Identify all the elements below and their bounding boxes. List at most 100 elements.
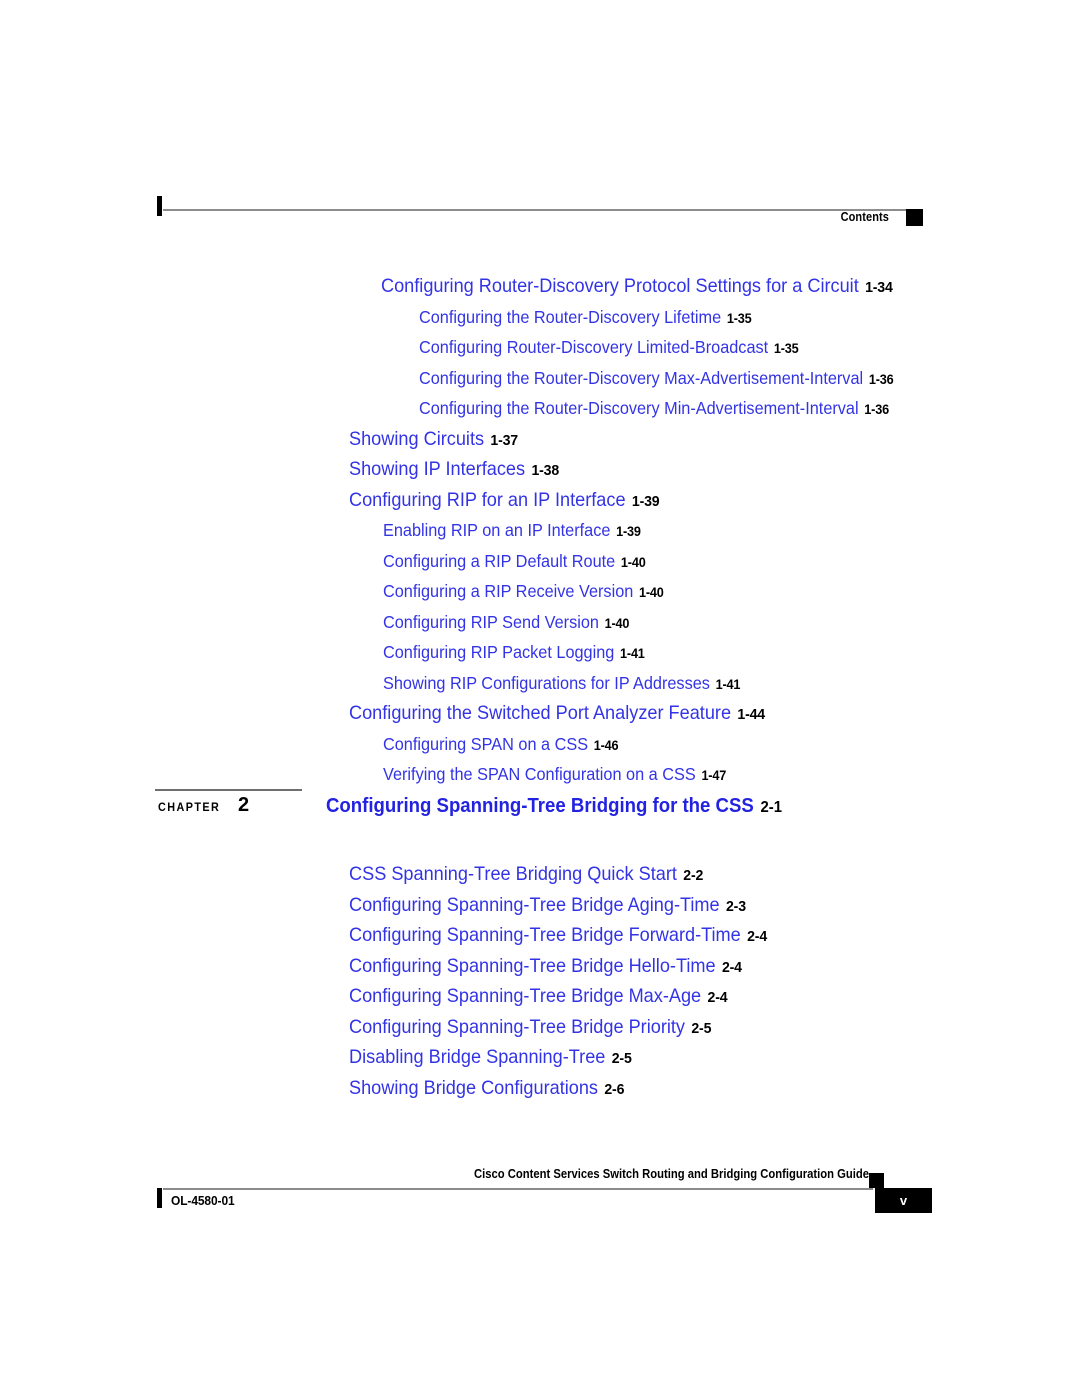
toc-entry-page: 2-5 <box>691 1019 712 1037</box>
document-page: Contents Configuring Router-Discovery Pr… <box>0 0 1080 1397</box>
toc-entry-page: 1-39 <box>631 492 660 510</box>
toc-entry-title: Configuring the Router-Discovery Min-Adv… <box>419 398 859 418</box>
toc-entry-title: Configuring Spanning-Tree Bridge Max-Age <box>349 985 702 1007</box>
toc-entry[interactable]: Enabling RIP on an IP Interface 1-39 <box>383 516 1031 547</box>
toc-entry-title: Configuring the Router-Discovery Max-Adv… <box>419 367 864 388</box>
toc-entry[interactable]: Configuring a RIP Receive Version 1-40 <box>383 577 1031 608</box>
toc-entry[interactable]: Configuring Spanning-Tree Bridge Forward… <box>349 921 1029 952</box>
toc-group-span: Configuring the Switched Port Analyzer F… <box>0 699 1080 791</box>
toc-entry-page: 1-34 <box>865 279 893 296</box>
toc-entry-title: Configuring RIP Packet Logging <box>383 642 615 662</box>
toc-entry-title: Configuring Spanning-Tree Bridge Hello-T… <box>349 954 716 977</box>
footer-page-number: v <box>899 1193 908 1208</box>
chapter-title-entry[interactable]: Configuring Spanning-Tree Bridging for t… <box>326 795 782 818</box>
toc-entry-title: Configuring RIP for an IP Interface <box>349 488 626 511</box>
toc-entry[interactable]: Configuring a RIP Default Route 1-40 <box>383 547 1031 578</box>
footer-black-square-marker <box>869 1173 884 1188</box>
toc-entry-page: 1-35 <box>726 310 752 326</box>
page-footer: Cisco Content Services Switch Routing an… <box>155 1167 932 1227</box>
footer-document-id: OL-4580-01 <box>171 1193 235 1208</box>
toc-entry-title: Showing Bridge Configurations <box>349 1076 599 1099</box>
toc-entry-title: Configuring RIP Send Version <box>383 611 599 632</box>
toc-entry[interactable]: Configuring Spanning-Tree Bridge Max-Age… <box>349 982 1029 1013</box>
toc-entry-page: 1-44 <box>737 706 765 723</box>
chapter-title-page: 2-1 <box>760 799 782 816</box>
toc-entry-page: 1-40 <box>620 554 646 570</box>
toc-entry[interactable]: Configuring Spanning-Tree Bridge Hello-T… <box>349 952 1029 983</box>
toc-group-chapter2: CSS Spanning-Tree Bridging Quick Start 2-… <box>0 860 1080 1104</box>
toc-entry[interactable]: Configuring RIP for an IP Interface 1-39 <box>349 486 1029 517</box>
toc-entry-title: Configuring Router-Discovery Limited-Bro… <box>419 337 769 357</box>
toc-entry[interactable]: Configuring Router-Discovery Limited-Bro… <box>419 333 1034 364</box>
footer-guide-title: Cisco Content Services Switch Routing an… <box>473 1167 869 1181</box>
toc-entry-title: Enabling RIP on an IP Interface <box>383 520 611 540</box>
toc-entry[interactable]: Configuring Router-Discovery Protocol Se… <box>381 272 1031 303</box>
toc-entry[interactable]: Configuring the Router-Discovery Min-Adv… <box>419 394 1034 425</box>
toc-entry-page: 1-36 <box>864 402 889 417</box>
toc-entry-page: 1-40 <box>639 585 664 600</box>
toc-entry-title: Configuring the Switched Port Analyzer F… <box>349 702 732 724</box>
toc-entry-page: 2-4 <box>721 958 742 976</box>
toc-entry[interactable]: Showing RIP Configurations for IP Addres… <box>383 669 1031 700</box>
toc-entry[interactable]: Showing IP Interfaces 1-38 <box>349 455 1029 486</box>
toc-entry-page: 2-2 <box>683 867 704 884</box>
toc-entry[interactable]: Configuring the Switched Port Analyzer F… <box>349 699 1029 730</box>
toc-entry-page: 2-4 <box>747 928 768 945</box>
chapter-title-text: Configuring Spanning-Tree Bridging for t… <box>326 795 754 817</box>
toc-entry-title: Configuring the Router-Discovery Lifetim… <box>419 306 722 327</box>
chapter-label: CHAPTER <box>158 800 221 814</box>
toc-entry-title: Configuring a RIP Default Route <box>383 550 616 571</box>
chapter-heading-block: CHAPTER 2 Configuring Spanning-Tree Brid… <box>0 788 1080 834</box>
toc-entry[interactable]: Disabling Bridge Spanning-Tree 2-5 <box>349 1043 1029 1074</box>
toc-entry[interactable]: Showing Bridge Configurations 2-6 <box>349 1074 1029 1105</box>
toc-entry[interactable]: Configuring RIP Send Version 1-40 <box>383 608 1031 639</box>
toc-entry[interactable]: Configuring the Router-Discovery Lifetim… <box>419 303 1034 334</box>
toc-entry-page: 1-38 <box>531 462 560 479</box>
toc-entry[interactable]: Verifying the SPAN Configuration on a CS… <box>383 760 1031 791</box>
chapter-rule <box>155 789 302 791</box>
toc-entry[interactable]: Configuring RIP Packet Logging 1-41 <box>383 638 1031 669</box>
toc-entry[interactable]: Showing Circuits 1-37 <box>349 425 1029 456</box>
toc-entry-page: 1-40 <box>604 615 630 631</box>
chapter-number: 2 <box>238 794 250 816</box>
footer-left-tick-mark <box>157 1188 162 1208</box>
toc-entry[interactable]: Configuring the Router-Discovery Max-Adv… <box>419 364 1034 395</box>
toc-entry[interactable]: Configuring SPAN on a CSS 1-46 <box>383 730 1031 761</box>
toc-entry-page: 1-39 <box>616 524 641 539</box>
toc-entry-page: 1-41 <box>620 646 645 661</box>
header-left-tick-mark <box>157 196 162 216</box>
toc-entry-page: 1-35 <box>773 341 799 356</box>
header-section-label: Contents <box>840 210 889 224</box>
toc-entry[interactable]: Configuring Spanning-Tree Bridge Priorit… <box>349 1013 1029 1044</box>
toc-entry-title: Showing RIP Configurations for IP Addres… <box>383 672 710 693</box>
toc-entry-title: Configuring a RIP Receive Version <box>383 581 634 601</box>
header-black-square-marker <box>906 209 923 226</box>
footer-horizontal-rule <box>163 1188 873 1190</box>
toc-group-rip: Configuring RIP for an IP Interface 1-39 E… <box>0 486 1080 700</box>
toc-entry-page: 2-5 <box>611 1050 632 1067</box>
running-header: Contents <box>155 196 923 232</box>
toc-entry-page: 2-6 <box>604 1080 625 1098</box>
toc-entry-title: Configuring Router-Discovery Protocol Se… <box>381 275 859 297</box>
toc-entry-page: 1-37 <box>490 431 518 449</box>
header-horizontal-rule <box>163 209 923 211</box>
toc-entry-title: CSS Spanning-Tree Bridging Quick Start <box>349 863 677 885</box>
toc-entry-title: Showing Circuits <box>349 427 485 450</box>
toc-entry-page: 2-4 <box>707 989 728 1006</box>
toc-entry-title: Showing IP Interfaces <box>349 458 526 480</box>
toc-entry-title: Configuring Spanning-Tree Bridge Priorit… <box>349 1015 686 1038</box>
toc-entry-title: Configuring Spanning-Tree Bridge Forward… <box>349 924 741 946</box>
toc-entry-title: Configuring Spanning-Tree Bridge Aging-T… <box>349 893 720 916</box>
toc-entry-page: 1-41 <box>715 676 741 692</box>
toc-entry-page: 1-36 <box>868 371 894 387</box>
toc-entry-page: 1-47 <box>701 768 727 783</box>
toc-entry-page: 1-46 <box>593 737 619 753</box>
toc-group-showing: Showing Circuits 1-37 Showing IP Interface… <box>0 425 1080 486</box>
toc-entry-title: Verifying the SPAN Configuration on a CS… <box>383 764 696 784</box>
toc-entry[interactable]: CSS Spanning-Tree Bridging Quick Start 2-… <box>349 860 1029 891</box>
table-of-contents: Configuring Router-Discovery Protocol Se… <box>0 272 1080 791</box>
toc-group-router-discovery: Configuring Router-Discovery Protocol Se… <box>0 272 1080 425</box>
toc-entry[interactable]: Configuring Spanning-Tree Bridge Aging-T… <box>349 891 1029 922</box>
toc-entry-title: Configuring SPAN on a CSS <box>383 733 589 754</box>
toc-entry-page: 2-3 <box>725 897 746 915</box>
